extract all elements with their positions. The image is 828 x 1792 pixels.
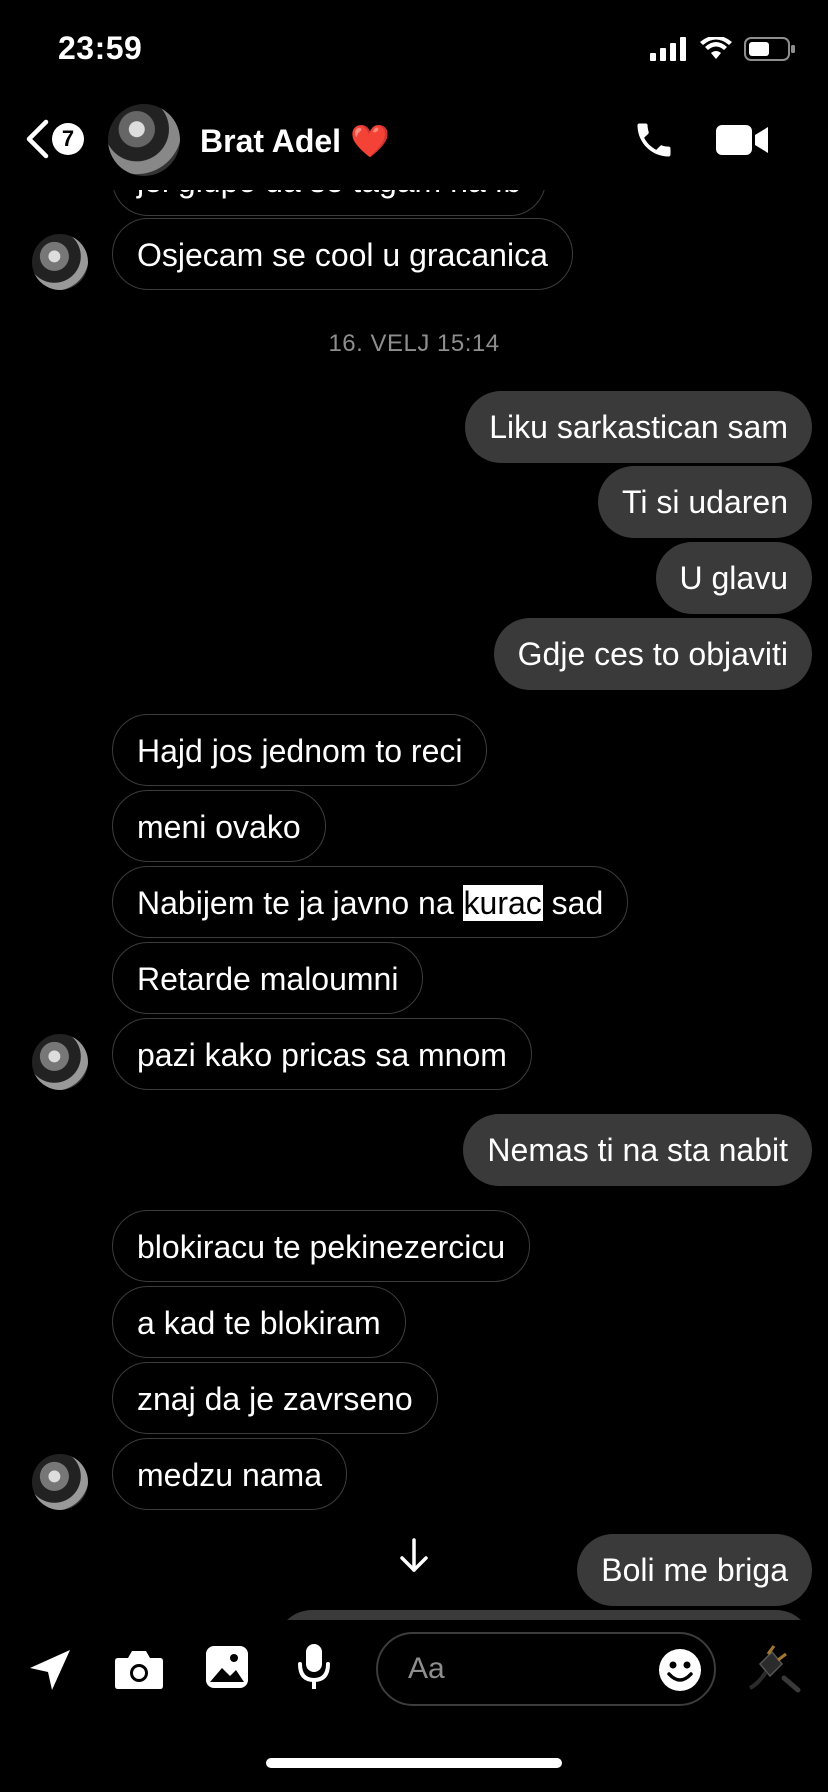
incoming-message[interactable]: medzu nama	[112, 1438, 347, 1510]
unread-count-badge: 7	[52, 123, 84, 155]
back-button[interactable]: 7	[24, 118, 84, 160]
incoming-message[interactable]: a kad te blokiram	[112, 1286, 406, 1358]
incoming-message[interactable]: meni ovako	[112, 790, 326, 862]
chat-header: 7 Brat Adel ❤️	[0, 100, 828, 190]
incoming-message[interactable]: Hajd jos jednom to reci	[112, 714, 488, 786]
incoming-message[interactable]: blokiracu te pekinezercicu	[112, 1210, 531, 1282]
contact-avatar[interactable]	[32, 234, 88, 290]
incoming-message[interactable]: Osjecam se cool u gracanica	[112, 218, 573, 290]
video-call-icon[interactable]	[714, 122, 770, 158]
message-text: Nabijem te ja javno na	[137, 885, 463, 921]
home-indicator	[266, 1758, 562, 1768]
outgoing-message[interactable]: Liku sarkastican sam	[465, 391, 812, 463]
outgoing-message[interactable]: Boli me briga	[577, 1534, 812, 1606]
sticker-plug-icon[interactable]	[748, 1644, 804, 1694]
camera-icon[interactable]	[114, 1648, 164, 1690]
emoji-icon[interactable]	[658, 1648, 702, 1692]
incoming-message[interactable]: Nabijem te ja javno na kurac sad	[112, 866, 629, 938]
outgoing-message[interactable]: Nemas ti na sta nabit	[463, 1114, 812, 1186]
phone-icon[interactable]	[632, 118, 676, 162]
chevron-left-icon	[26, 119, 49, 159]
timestamp: 16. VELJ 15:14	[328, 330, 500, 357]
incoming-message[interactable]: pazi kako pricas sa mnom	[112, 1018, 532, 1090]
message-thread[interactable]: jel glupo da se tagam na fb Osjecam se c…	[0, 0, 828, 1620]
highlighted-word: kurac	[462, 885, 543, 921]
microphone-icon[interactable]	[296, 1642, 332, 1692]
contact-avatar[interactable]	[108, 104, 180, 176]
incoming-message[interactable]: Retarde maloumni	[112, 942, 424, 1014]
outgoing-message[interactable]: Ti si udaren	[598, 466, 812, 538]
location-arrow-icon[interactable]	[26, 1646, 74, 1694]
contact-name-text: Brat Adel	[200, 123, 342, 159]
gallery-icon[interactable]	[204, 1644, 250, 1690]
scroll-to-bottom-icon[interactable]	[398, 1536, 430, 1576]
outgoing-message-partial[interactable]	[276, 1610, 812, 1620]
contact-avatar[interactable]	[32, 1454, 88, 1510]
incoming-message[interactable]: znaj da je zavrseno	[112, 1362, 438, 1434]
contact-avatar[interactable]	[32, 1034, 88, 1090]
contact-name[interactable]: Brat Adel ❤️	[200, 122, 390, 160]
composer-bar: Aa	[0, 1620, 828, 1720]
message-input-placeholder: Aa	[408, 1652, 445, 1685]
message-input[interactable]: Aa	[376, 1632, 716, 1706]
outgoing-message[interactable]: Gdje ces to objaviti	[493, 618, 812, 690]
outgoing-message[interactable]: U glavu	[655, 542, 812, 614]
message-text: sad	[542, 885, 604, 921]
heart-emoji: ❤️	[349, 123, 390, 159]
